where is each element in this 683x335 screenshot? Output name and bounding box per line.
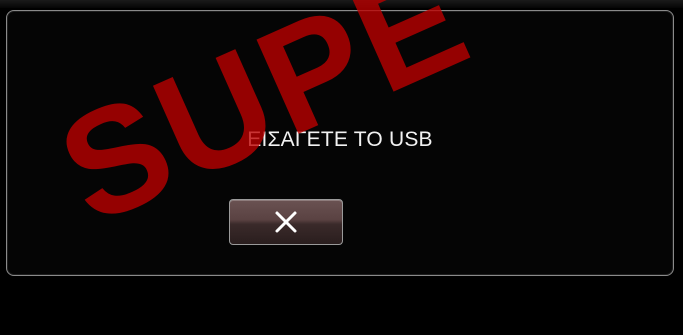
dialog-message: ΕΙΣΑΓΕΤΕ ΤΟ USB [247,128,433,151]
top-bar [0,0,683,8]
usb-dialog: ΕΙΣΑΓΕΤΕ ΤΟ USB [6,10,674,276]
close-button[interactable] [229,199,343,245]
close-icon [275,211,297,233]
